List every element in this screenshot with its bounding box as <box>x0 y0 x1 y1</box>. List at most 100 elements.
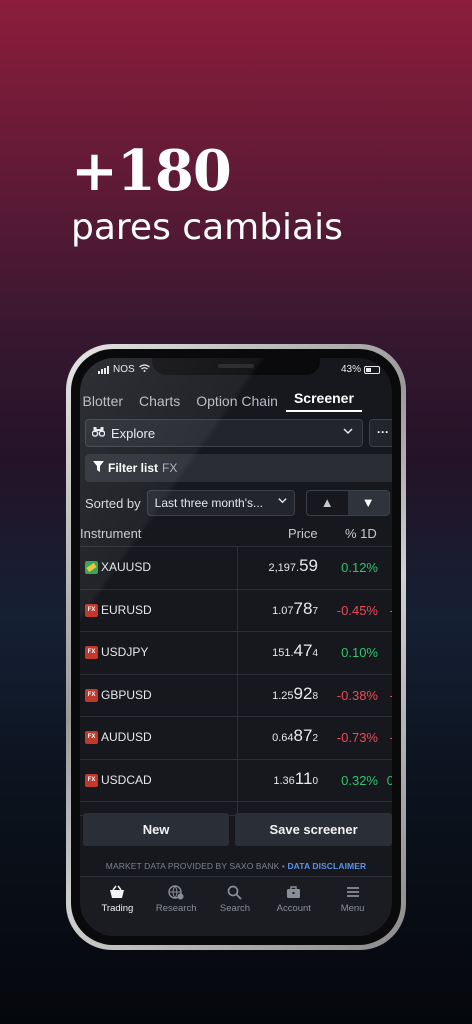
triangle-down-icon: ▼ <box>361 495 375 510</box>
price-big: 92 <box>293 683 313 703</box>
instrument-change: -0.38% <box>336 687 378 703</box>
fx-badge-icon: FX <box>85 603 98 617</box>
nav-trading[interactable]: Trading <box>89 885 145 936</box>
table-row[interactable]: FX EURUSD 1.07787 -0.45% - <box>80 589 392 632</box>
instrument-change: 0.12% <box>341 560 378 575</box>
table-row[interactable]: FX AUDUSD 0.64872 -0.73% - <box>80 717 392 760</box>
instrument-name: EURUSD <box>101 602 152 617</box>
filter-list-bar[interactable]: Filter list FX <box>85 454 392 482</box>
briefcase-icon <box>266 885 322 903</box>
chevron-down-icon <box>277 491 288 515</box>
instrument-name: AUDUSD <box>101 730 152 744</box>
instrument-price: 151.474 <box>272 641 318 661</box>
table-row[interactable]: FX USDJPY 151.474 0.10% <box>80 632 392 675</box>
instrument-change: 0.10% <box>341 645 378 660</box>
nav-label: Account <box>276 903 311 914</box>
price-big: 11 <box>294 768 313 788</box>
price-small: 0.64 <box>272 732 294 744</box>
tab-screener[interactable]: Screener <box>285 390 362 412</box>
app-screen: NOS 43% r Blotter Charts Option Chain Sc… <box>80 358 392 936</box>
fx-badge-icon: FX <box>85 731 98 744</box>
price-small: 1.36 <box>273 774 295 787</box>
nav-label: Search <box>219 903 251 914</box>
status-bar: NOS 43% <box>80 364 392 378</box>
sort-select[interactable]: Last three month's... <box>146 490 295 516</box>
header-change[interactable]: % 1D <box>345 526 377 541</box>
instrument-price: 1.25928 <box>272 684 318 704</box>
nav-menu[interactable]: Menu <box>325 885 381 936</box>
instrument-change: 0.32% <box>341 772 378 788</box>
fx-badge-icon: FX <box>85 646 98 659</box>
battery-icon <box>364 365 380 374</box>
filter-list-label: Filter list <box>108 461 159 475</box>
price-fraction: 0 <box>312 775 318 787</box>
price-big: 59 <box>299 556 318 575</box>
fx-badge-icon: FX <box>85 773 98 787</box>
column-divider <box>237 589 238 631</box>
ellipsis-icon: ··· <box>377 425 389 439</box>
table-header: Instrument Price % 1D <box>80 521 392 547</box>
nav-account[interactable]: Account <box>266 885 322 936</box>
nav-search[interactable]: Search <box>207 885 263 936</box>
instrument-price: 1.36110 <box>273 769 318 789</box>
screener-actions: New Save screener <box>83 813 392 846</box>
price-big: 87 <box>293 726 313 745</box>
bottom-nav: Trading Research Search Account Menu <box>80 876 392 936</box>
nav-label: Trading <box>101 903 134 914</box>
filter-icon <box>93 461 104 475</box>
table-row[interactable]: FX USDCAD 1.36110 0.32% 0 <box>80 759 392 802</box>
sort-row: Sorted by Last three month's... ▲ ▼ <box>85 489 392 517</box>
explore-dropdown[interactable]: Explore <box>85 419 363 447</box>
sorted-by-label: Sorted by <box>85 495 141 511</box>
new-screener-button[interactable]: New <box>83 813 230 846</box>
explore-label: Explore <box>111 425 156 441</box>
column-divider <box>237 547 238 589</box>
more-options-button[interactable]: ··· <box>369 419 392 447</box>
instrument-name: XAUUSD <box>101 560 152 574</box>
instrument-change: -0.73% <box>336 730 378 745</box>
fx-badge-icon: FX <box>85 688 98 702</box>
wifi-icon <box>138 364 150 375</box>
column-divider <box>237 717 238 759</box>
signal-icon <box>98 365 109 374</box>
data-disclaimer-link[interactable]: DATA DISCLAIMER <box>287 861 366 871</box>
price-fraction: 4 <box>312 648 318 659</box>
instrument-price: 1.07787 <box>272 599 318 619</box>
chevron-down-icon <box>342 425 354 440</box>
instrument-next-column: - <box>390 688 392 703</box>
filter-list-value: FX <box>162 461 178 475</box>
instrument-name: USDJPY <box>101 645 149 659</box>
promo-headline: +180 pares cambiais <box>71 140 343 250</box>
price-small: 1.25 <box>272 689 294 702</box>
column-divider <box>237 674 238 716</box>
price-big: 78 <box>293 598 313 618</box>
search-icon <box>207 885 263 903</box>
carrier-label: NOS <box>113 364 135 375</box>
nav-research[interactable]: Research <box>148 885 204 936</box>
tab-blotter[interactable]: r Blotter <box>80 393 131 409</box>
sort-selected-value: Last three month's... <box>154 496 264 510</box>
price-fraction: 7 <box>312 605 318 617</box>
tab-bar: r Blotter Charts Option Chain Screener <box>80 387 392 415</box>
save-screener-button[interactable]: Save screener <box>235 813 392 846</box>
globe-star-icon <box>148 885 204 903</box>
instrument-price: 2,197.59 <box>268 556 318 576</box>
price-fraction: 8 <box>312 690 318 702</box>
gold-badge-icon <box>85 561 98 574</box>
sort-descending-button[interactable]: ▼ <box>347 491 389 515</box>
sort-ascending-button[interactable]: ▲ <box>307 491 348 515</box>
table-row[interactable]: XAUUSD 2,197.59 0.12% <box>80 547 392 590</box>
basket-icon <box>89 885 145 903</box>
price-fraction: 2 <box>312 733 318 744</box>
header-instrument[interactable]: Instrument <box>80 526 141 541</box>
nav-label: Menu <box>340 903 365 914</box>
instrument-next-column: - <box>390 603 392 618</box>
column-divider <box>237 759 238 801</box>
battery-percent: 43% <box>340 364 361 375</box>
table-row[interactable]: FX GBPUSD 1.25928 -0.38% - <box>80 674 392 717</box>
tab-charts[interactable]: Charts <box>131 393 188 409</box>
price-big: 47 <box>293 641 313 660</box>
header-price[interactable]: Price <box>288 526 318 541</box>
tab-option-chain[interactable]: Option Chain <box>188 393 286 409</box>
instrument-name: GBPUSD <box>101 687 152 702</box>
